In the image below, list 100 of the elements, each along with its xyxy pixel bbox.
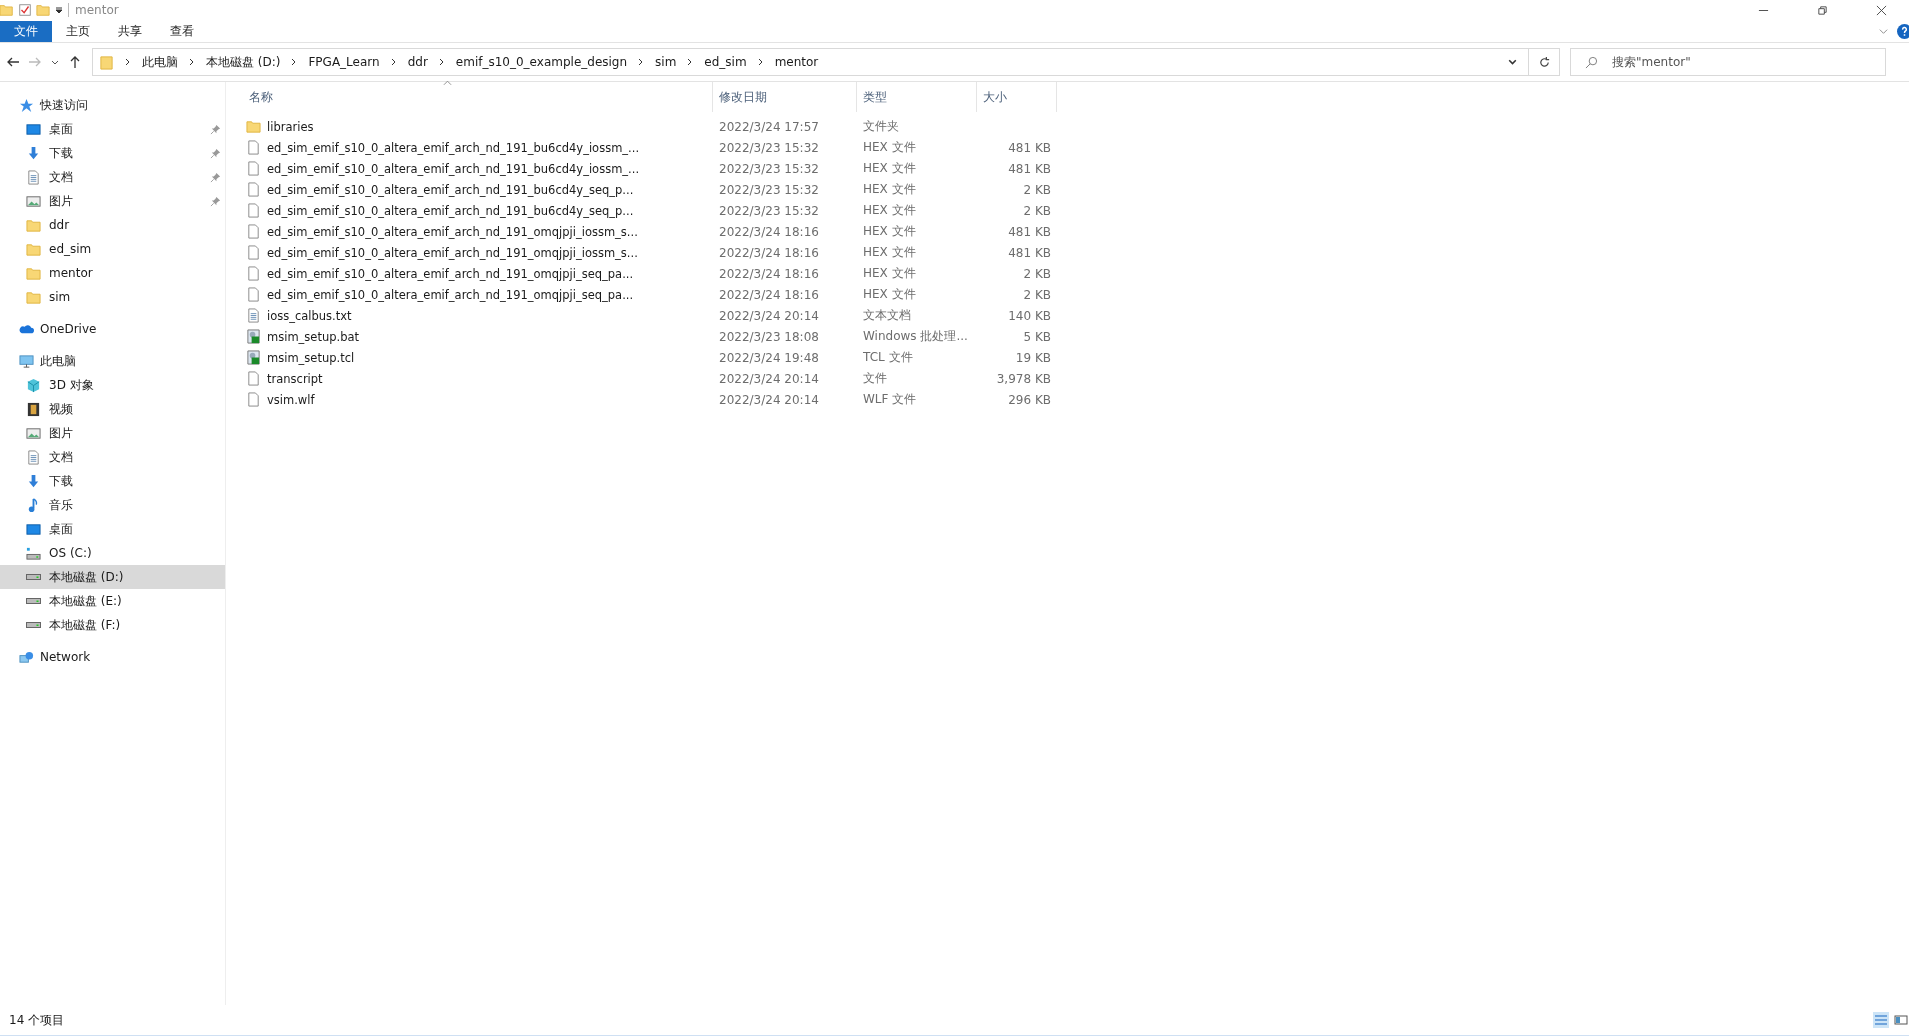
breadcrumb-item[interactable]: FPGA_Learn <box>308 55 380 69</box>
breadcrumb-item[interactable]: sim <box>655 55 677 69</box>
back-arrow-icon[interactable] <box>6 55 20 69</box>
breadcrumb-item[interactable]: emif_s10_0_example_design <box>455 55 628 69</box>
pin-icon[interactable] <box>210 147 221 159</box>
file-icon <box>246 245 261 260</box>
text-file-icon <box>26 449 41 465</box>
table-cell-text: 3,978 KB <box>995 371 1052 386</box>
table-cell-text: 2022/3/23 15:32 <box>718 140 820 155</box>
drive-icon <box>26 622 41 628</box>
desktop-icon <box>26 521 41 537</box>
column-header[interactable]: 大小 <box>977 82 1057 112</box>
file-name[interactable]: ed_sim_emif_s10_0_altera_emif_arch_nd_191_omqjpji_iossm_s... <box>243 245 713 260</box>
file-icon <box>246 224 261 239</box>
sidebar-item[interactable]: 文档 <box>0 445 225 469</box>
table-cell-text: 481 KB <box>1007 140 1052 155</box>
sidebar-item[interactable]: sim <box>0 285 225 309</box>
tiles-view-icon[interactable] <box>1893 1012 1909 1028</box>
sidebar-item[interactable]: 下载 <box>0 469 225 493</box>
file-icon <box>246 182 261 197</box>
up-arrow-icon[interactable] <box>68 55 82 69</box>
chevron-right-icon[interactable] <box>124 58 132 66</box>
breadcrumb-item[interactable]: 此电脑 <box>142 53 178 71</box>
sidebar-item[interactable]: 本地磁盘 (D:) <box>0 565 225 589</box>
breadcrumb-item[interactable]: 本地磁盘 (D:) <box>206 53 281 71</box>
column-header[interactable]: 类型 <box>857 82 977 112</box>
sidebar-item[interactable]: 图片 <box>0 421 225 445</box>
sidebar-item[interactable]: OneDrive <box>0 317 225 341</box>
pin-icon[interactable] <box>210 195 221 207</box>
sidebar-item[interactable]: 快速访问 <box>0 93 225 117</box>
chevron-right-icon[interactable] <box>188 58 196 66</box>
sidebar-item[interactable]: 3D 对象 <box>0 373 225 397</box>
column-header[interactable]: 修改日期 <box>713 82 857 112</box>
file-name[interactable]: msim_setup.tcl <box>243 350 713 365</box>
sidebar-item[interactable]: ddr <box>0 213 225 237</box>
table-cell-text: 2022/3/23 15:32 <box>718 161 820 176</box>
sidebar-item[interactable]: 本地磁盘 (E:) <box>0 589 225 613</box>
sidebar-item[interactable]: 图片 <box>0 189 225 213</box>
table-cell-text: HEX 文件 <box>862 265 917 282</box>
ribbon-tab[interactable]: 主页 <box>52 21 104 42</box>
monitor-icon <box>19 353 34 369</box>
file-name[interactable]: ed_sim_emif_s10_0_altera_emif_arch_nd_191_omqjpji_iossm_s... <box>243 224 713 239</box>
chevron-right-icon[interactable] <box>389 58 398 66</box>
item-count: 14 个项目 <box>9 1011 65 1029</box>
chevron-right-icon[interactable] <box>756 58 765 66</box>
cube-icon <box>26 377 41 393</box>
sidebar-item[interactable]: 下载 <box>0 141 225 165</box>
file-name[interactable]: transcript <box>243 371 713 386</box>
sidebar-item[interactable]: OS (C:) <box>0 541 225 565</box>
restore-icon[interactable] <box>1817 4 1828 16</box>
sidebar-item[interactable]: mentor <box>0 261 225 285</box>
sidebar-item[interactable]: 此电脑 <box>0 349 225 373</box>
dropdown-icon[interactable] <box>54 5 64 15</box>
address-bar[interactable]: 此电脑 本地磁盘 (D:) FPGA_Learn ddr emif_s10_0_example_design sim ed_sim mentor <box>92 48 1560 76</box>
ribbon-tab[interactable]: 查看 <box>156 21 208 42</box>
file-name[interactable]: ed_sim_emif_s10_0_altera_emif_arch_nd_191_bu6cd4y_iossm_... <box>243 140 713 155</box>
sidebar-item[interactable]: 本地磁盘 (F:) <box>0 613 225 637</box>
ribbon-tab[interactable]: 共享 <box>104 21 156 42</box>
file-name[interactable]: msim_setup.bat <box>243 329 713 344</box>
sidebar-item[interactable]: 文档 <box>0 165 225 189</box>
table-cell-text: HEX 文件 <box>862 139 917 156</box>
sidebar-item[interactable]: ed_sim <box>0 237 225 261</box>
table-cell-text: HEX 文件 <box>862 244 917 261</box>
breadcrumb-item[interactable]: ed_sim <box>704 55 747 69</box>
search-field[interactable]: 搜索"mentor" <box>1570 48 1886 76</box>
sidebar-item[interactable]: 桌面 <box>0 117 225 141</box>
sidebar-item[interactable]: 桌面 <box>0 517 225 541</box>
help-icon[interactable] <box>1897 24 1909 39</box>
table-cell-text: 文件 <box>862 370 888 387</box>
folder-icon <box>99 54 114 70</box>
file-name[interactable]: ed_sim_emif_s10_0_altera_emif_arch_nd_191_bu6cd4y_iossm_... <box>243 161 713 176</box>
chevron-right-icon[interactable] <box>437 58 446 66</box>
close-icon[interactable] <box>1876 4 1887 16</box>
text-file-icon <box>246 308 261 323</box>
table-cell-text: 2022/3/24 20:14 <box>718 371 820 386</box>
sidebar-item[interactable]: 音乐 <box>0 493 225 517</box>
table-cell-text: 2022/3/23 15:32 <box>718 182 820 197</box>
file-name[interactable]: libraries <box>243 119 713 134</box>
table-cell-text: 2022/3/24 18:16 <box>718 266 820 281</box>
sidebar-item[interactable]: Network <box>0 645 225 669</box>
breadcrumb-item[interactable]: ddr <box>407 55 428 69</box>
file-name[interactable]: ed_sim_emif_s10_0_altera_emif_arch_nd_191_omqjpji_seq_pa... <box>243 266 713 281</box>
folder-icon <box>26 265 41 281</box>
film-icon <box>26 401 41 417</box>
file-icon <box>246 161 261 176</box>
file-name[interactable]: vsim.wlf <box>243 392 713 407</box>
checkbox-icon[interactable] <box>18 3 32 17</box>
file-name[interactable]: ed_sim_emif_s10_0_altera_emif_arch_nd_191_bu6cd4y_seq_p... <box>243 203 713 218</box>
column-header[interactable]: 名称 <box>243 82 713 112</box>
file-name[interactable]: ed_sim_emif_s10_0_altera_emif_arch_nd_191_omqjpji_seq_pa... <box>243 287 713 302</box>
sidebar-item[interactable]: 视频 <box>0 397 225 421</box>
pin-icon[interactable] <box>210 123 221 135</box>
table-cell-text: HEX 文件 <box>862 181 917 198</box>
ribbon-tab[interactable]: 文件 <box>0 21 52 42</box>
breadcrumb-item[interactable]: mentor <box>774 55 819 69</box>
drive-icon <box>26 598 41 604</box>
file-name[interactable]: ed_sim_emif_s10_0_altera_emif_arch_nd_191_bu6cd4y_seq_p... <box>243 182 713 197</box>
pin-icon[interactable] <box>210 171 221 183</box>
file-name[interactable]: ioss_calbus.txt <box>243 308 713 323</box>
table-cell-text: WLF 文件 <box>862 391 918 408</box>
